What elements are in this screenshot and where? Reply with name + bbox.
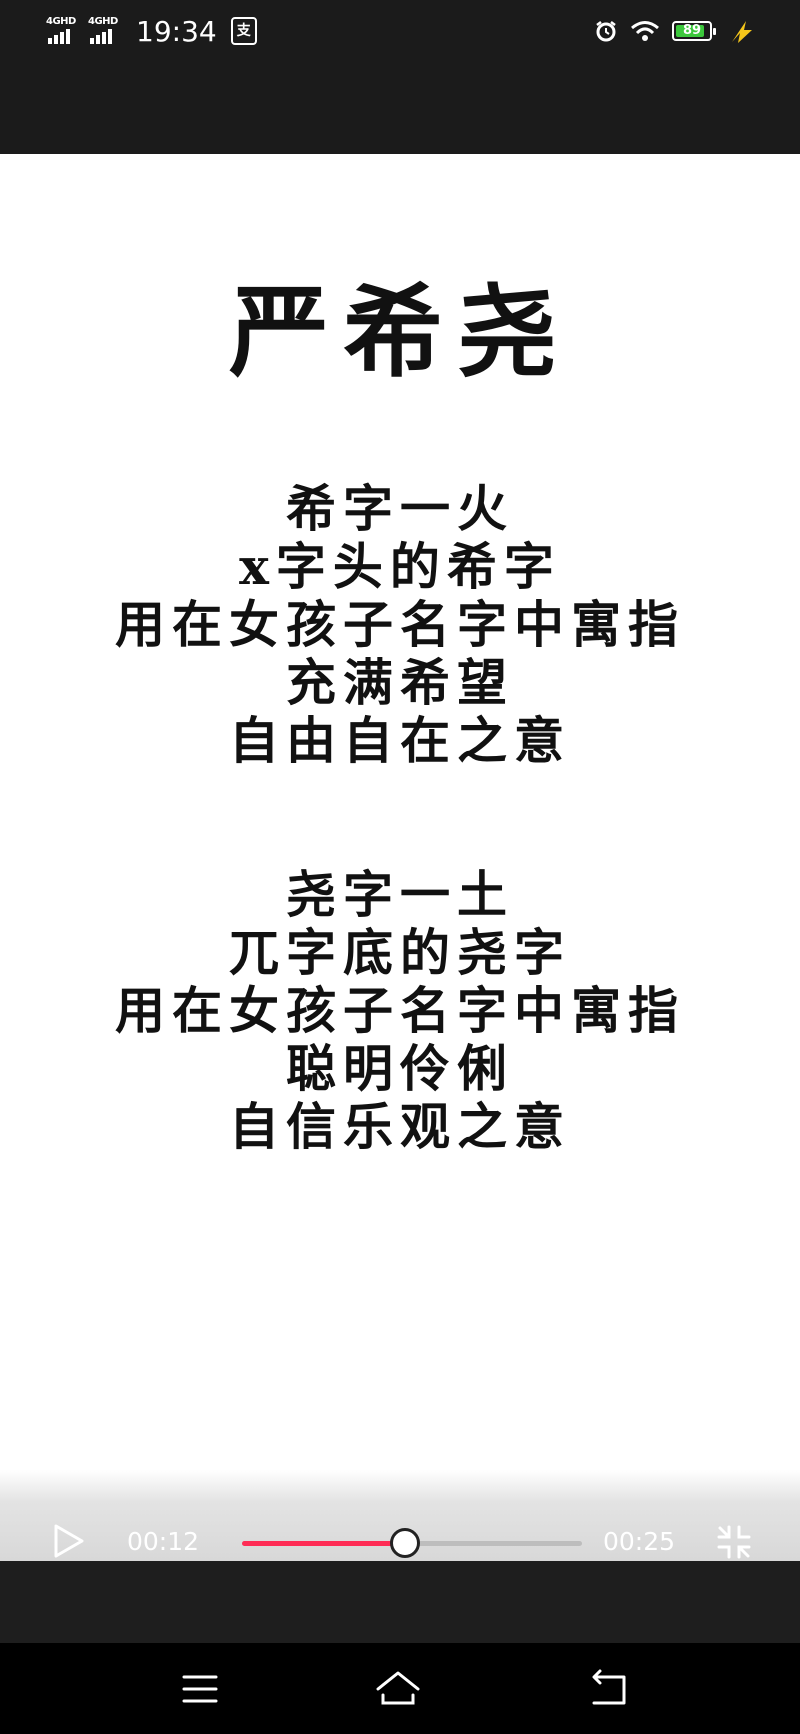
cellular-signal-2-icon: 4GHD bbox=[88, 16, 124, 46]
cellular-signal-1-icon: 4GHD bbox=[46, 16, 82, 46]
network-type-1: 4GHD bbox=[46, 16, 76, 27]
home-icon[interactable] bbox=[374, 1665, 422, 1713]
stanza-2-line: 自信乐观之意 bbox=[229, 1097, 571, 1156]
progress-played bbox=[242, 1541, 406, 1546]
stanza-1-line: 自由自在之意 bbox=[229, 711, 571, 770]
charging-icon bbox=[732, 21, 752, 43]
progress-scrubber[interactable] bbox=[390, 1528, 421, 1558]
exit-fullscreen-icon[interactable] bbox=[716, 1524, 752, 1560]
alarm-icon bbox=[596, 21, 616, 42]
stanza-1-line: 希字一火 bbox=[286, 479, 514, 538]
stanza-1-line: 充满希望 bbox=[286, 653, 514, 712]
status-left: 4GHD 4GHD 19:34 支 bbox=[46, 14, 257, 48]
play-icon[interactable] bbox=[50, 1522, 86, 1560]
video-frame[interactable]: 严希尧 希字一火 x字头的希字 用在女孩子名字中寓指 充满希望 自由自在之意 尧… bbox=[0, 154, 800, 1561]
total-time: 00:25 bbox=[603, 1527, 676, 1556]
stanza-2-line: 用在女孩子名字中寓指 bbox=[115, 981, 685, 1040]
stanza-2: 尧字一土 兀字底的尧字 用在女孩子名字中寓指 聪明伶俐 自信乐观之意 bbox=[0, 866, 800, 1156]
stanza-2-line: 兀字底的尧字 bbox=[229, 923, 571, 982]
back-icon[interactable] bbox=[586, 1665, 634, 1713]
status-bar: 4GHD 4GHD 19:34 支 89 bbox=[0, 0, 800, 154]
network-type-2: 4GHD bbox=[88, 16, 118, 27]
stanza-1-line: x字头的希字 bbox=[239, 537, 561, 596]
current-time: 00:12 bbox=[127, 1527, 200, 1556]
video-title: 严希尧 bbox=[229, 273, 571, 391]
stanza-2-line: 尧字一土 bbox=[286, 865, 514, 924]
alipay-notification-icon: 支 bbox=[230, 17, 257, 45]
stanza-1: 希字一火 x字头的希字 用在女孩子名字中寓指 充满希望 自由自在之意 bbox=[0, 480, 800, 770]
stanza-1-line: 用在女孩子名字中寓指 bbox=[115, 595, 685, 654]
stanza-2-line: 聪明伶俐 bbox=[286, 1039, 514, 1098]
battery-percent: 89 bbox=[682, 23, 702, 38]
menu-icon[interactable] bbox=[176, 1665, 224, 1713]
battery-icon: 89 bbox=[672, 21, 716, 41]
status-right: 89 bbox=[594, 16, 756, 46]
wifi-icon bbox=[631, 21, 659, 41]
system-navigation-bar bbox=[0, 1643, 800, 1734]
video-bottom-band bbox=[0, 1561, 800, 1643]
status-clock: 19:34 bbox=[136, 14, 217, 48]
